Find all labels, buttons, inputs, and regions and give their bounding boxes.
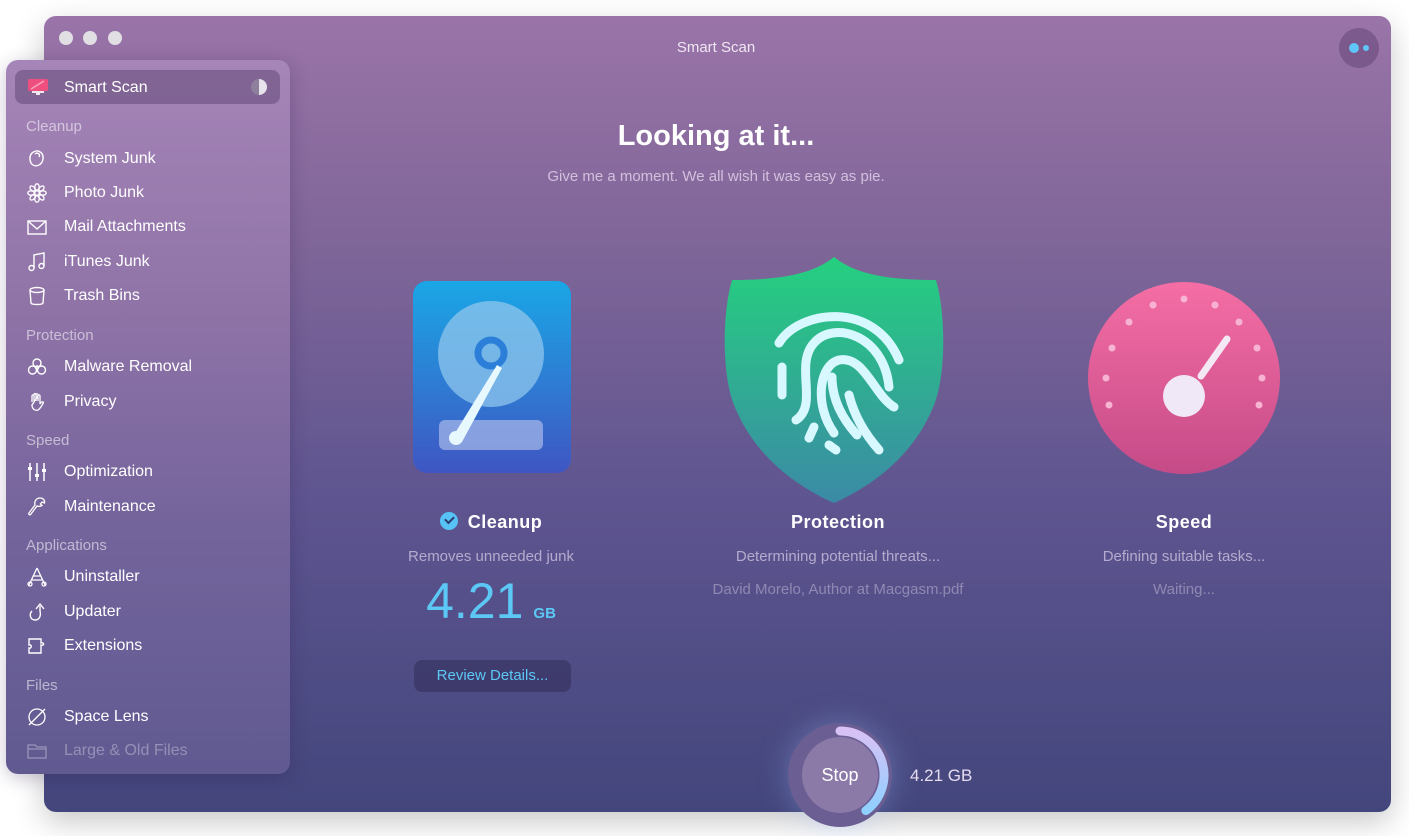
sidebar-item-system-junk[interactable]: System Junk [6,144,290,174]
sidebar-item-mail-attachments[interactable]: Mail Attachments [6,212,290,242]
sidebar-item-label: Updater [64,603,121,620]
sidebar-item-itunes-junk[interactable]: iTunes Junk [6,247,290,277]
section-files: Files [26,677,58,694]
biohazard-icon [27,358,47,375]
protection-description: Determining potential threats... [735,548,941,565]
section-applications: Applications [26,537,107,554]
total-size-label: 4.21 GB [910,766,973,785]
fingerprint-shield-icon [724,257,944,503]
scan-progress: Stop [788,723,892,827]
hand-icon [31,392,45,411]
monitor-icon [28,79,48,95]
sliders-icon [28,463,46,481]
flower-icon [27,183,47,203]
sidebar-item-label: System Junk [64,150,156,167]
sidebar-item-label: Malware Removal [64,358,193,375]
sidebar-item-updater[interactable]: Updater [6,597,290,627]
sidebar-item-extensions[interactable]: Extensions [6,631,290,661]
update-arrow-icon [29,602,45,621]
envelope-icon [27,220,47,235]
review-details-button[interactable]: Review Details... [414,660,571,692]
section-protection: Protection [26,327,94,344]
sidebar-item-optimization[interactable]: Optimization [6,457,290,487]
system-junk-icon [29,150,44,167]
sidebar-item-label: Mail Attachments [64,218,186,235]
protection-title: Protection [790,512,885,532]
cleanup-description: Removes unneeded junk [408,548,574,565]
assistant-dot-small-icon [1363,45,1369,51]
stop-button[interactable]: Stop [802,737,878,813]
protection-current-file: David Morelo, Author at Macgasm.pdf [712,581,964,598]
wrench-icon [28,497,46,516]
sidebar-item-smart-scan[interactable]: Smart Scan [15,70,280,104]
checkmark-icon [439,512,458,530]
cleanup-title: Cleanup [467,512,543,532]
sidebar-item-label: iTunes Junk [64,253,150,270]
sidebar-item-label: Extensions [64,637,143,654]
section-cleanup: Cleanup [26,118,82,135]
sidebar-item-malware-removal[interactable]: Malware Removal [6,352,290,382]
speed-status: Waiting... [1153,581,1215,598]
sidebar-item-label: Large & Old Files [64,742,188,759]
cleanup-size-value: 4.21 [426,573,524,629]
sidebar-item-uninstaller[interactable]: Uninstaller [6,562,290,592]
trash-bin-icon [29,286,45,306]
sidebar-item-maintenance[interactable]: Maintenance [6,492,290,522]
puzzle-icon [28,638,45,654]
sidebar: Smart Scan Cleanup System Junk Photo Jun… [6,60,290,774]
music-note-icon [28,252,45,272]
speedometer-icon [1088,282,1280,474]
speed-description: Defining suitable tasks... [1102,548,1266,565]
assistant-button[interactable] [1339,28,1379,68]
sidebar-item-privacy[interactable]: Privacy [6,387,290,417]
sidebar-item-label: Optimization [64,463,153,480]
window-title: Smart Scan [676,39,756,56]
planet-icon [28,708,46,726]
sidebar-item-label: Photo Junk [64,184,145,201]
sidebar-item-label: Privacy [64,393,117,410]
sidebar-item-label: Uninstaller [64,568,140,585]
sidebar-item-label: Smart Scan [64,79,148,96]
sidebar-item-label: Space Lens [64,708,149,725]
sidebar-item-large-old-files[interactable]: Large & Old Files [6,736,290,766]
scan-status-pie-icon [251,79,267,95]
hard-drive-icon [413,281,571,473]
sidebar-item-label: Maintenance [64,498,156,515]
sidebar-item-space-lens[interactable]: Space Lens [6,702,290,732]
uninstaller-icon [27,567,47,587]
sidebar-item-trash-bins[interactable]: Trash Bins [6,281,290,311]
cleanup-size-unit: GB [533,605,556,622]
sidebar-item-label: Trash Bins [64,287,140,304]
section-speed: Speed [26,432,70,449]
speed-title: Speed [1155,512,1213,532]
sidebar-item-photo-junk[interactable]: Photo Junk [6,178,290,208]
assistant-dot-icon [1349,43,1359,53]
folder-icon [27,744,47,759]
